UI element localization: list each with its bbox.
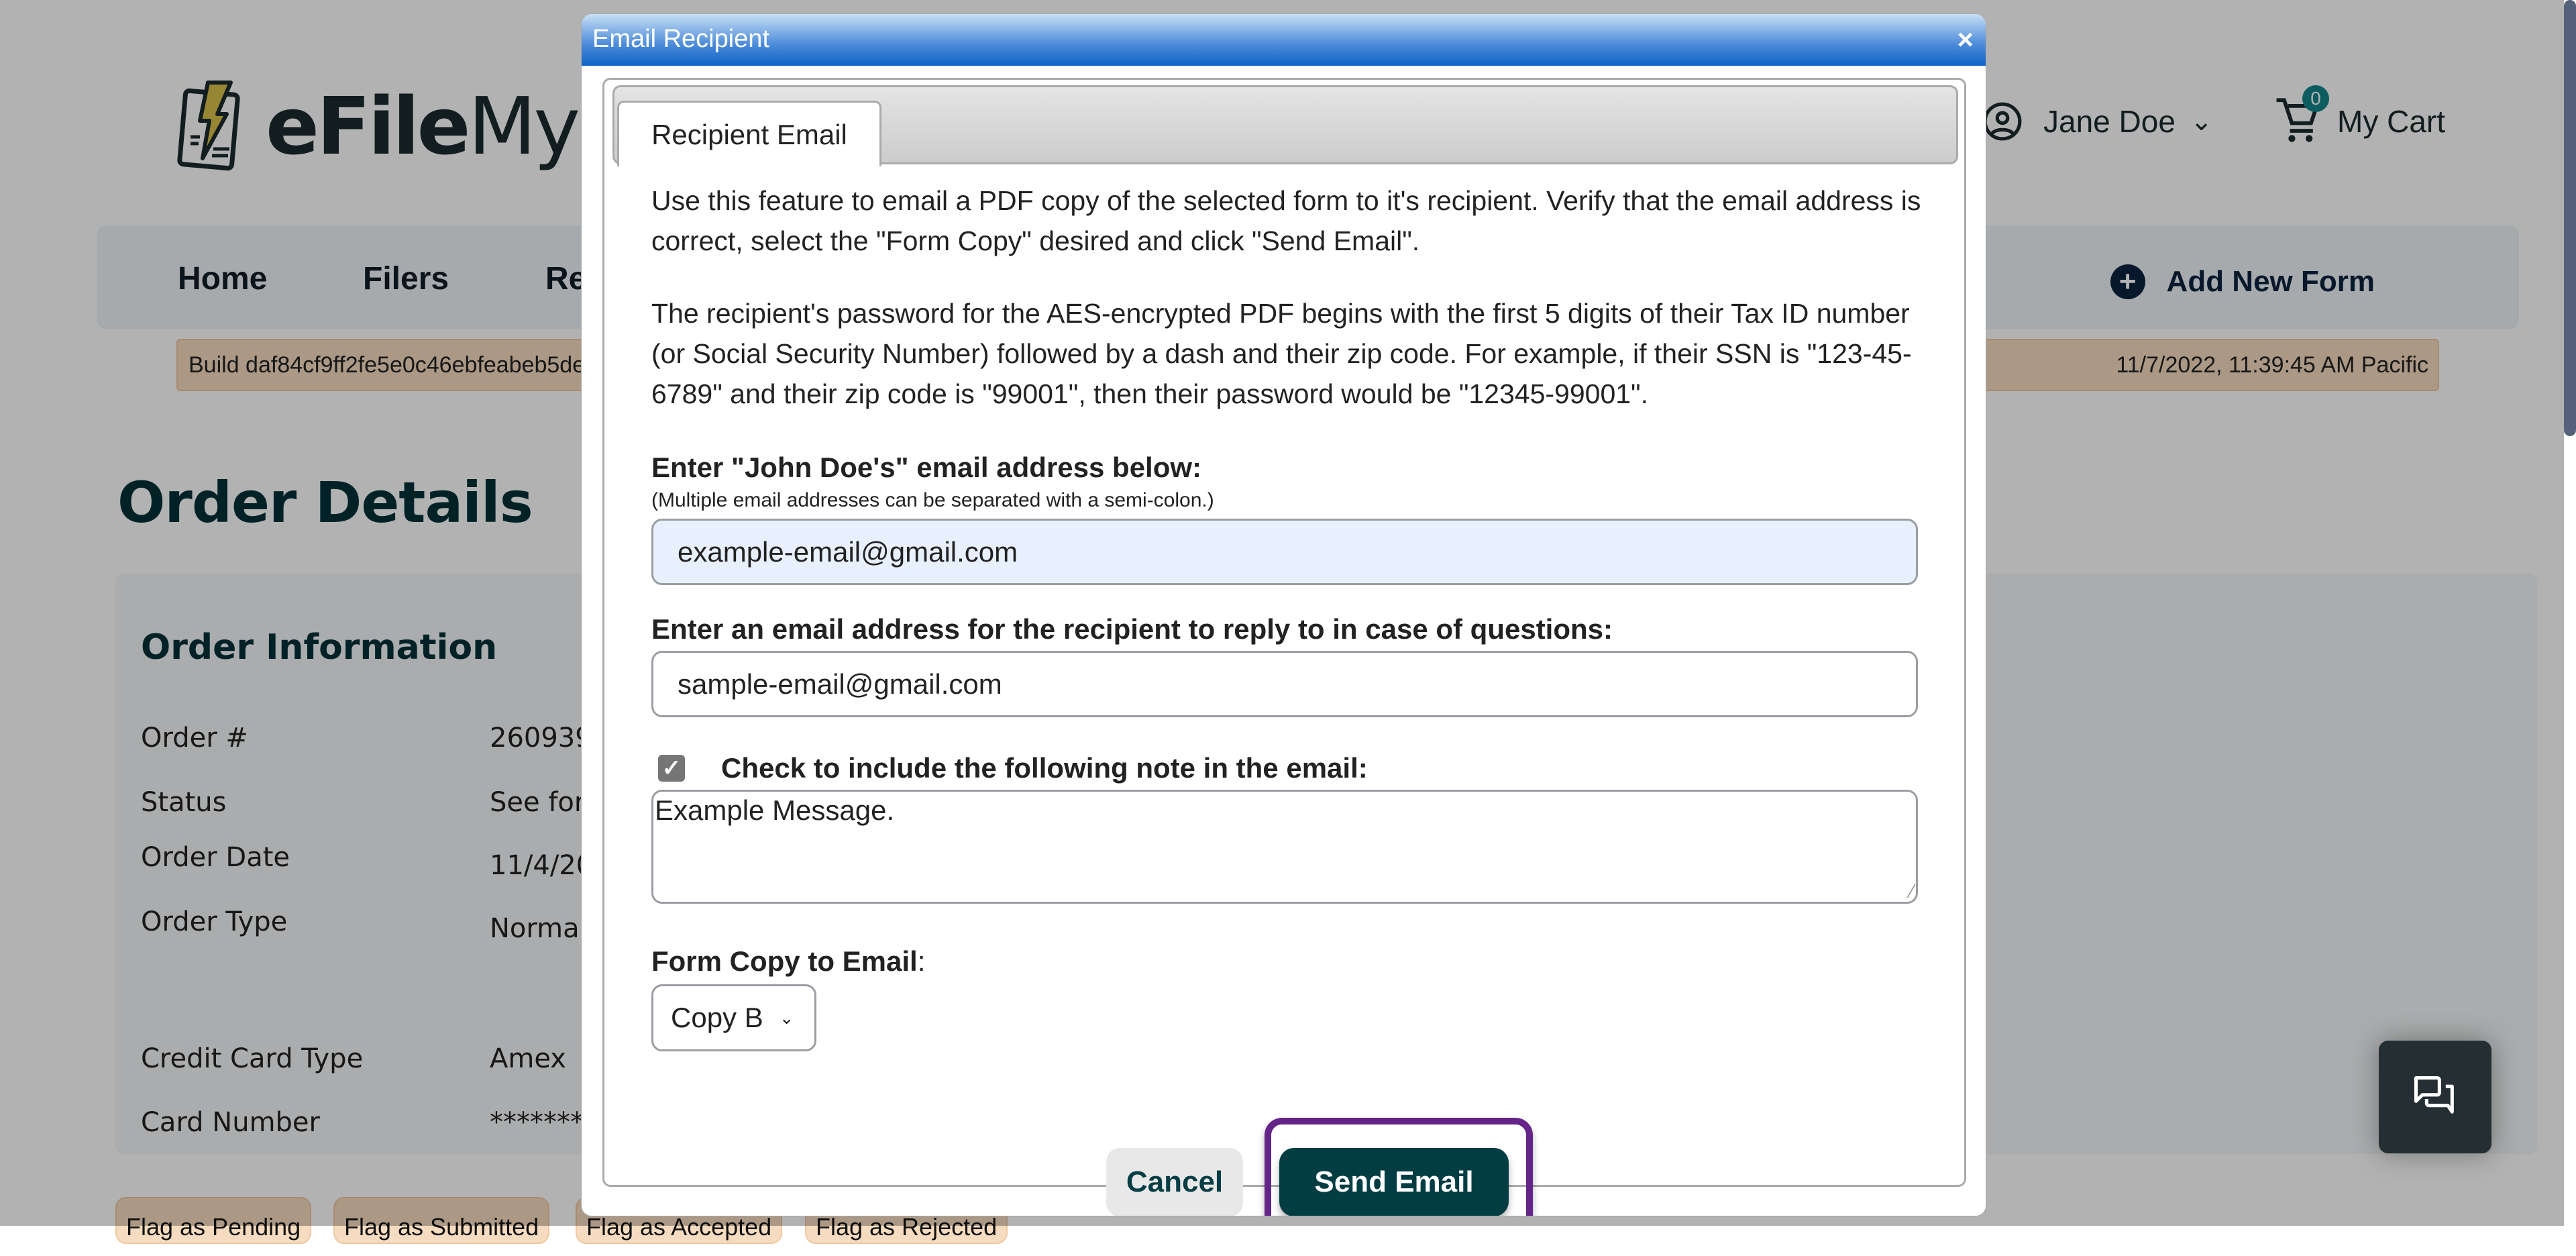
reply-email-input[interactable]: sample-email@gmail.com: [651, 651, 1918, 717]
chat-bubbles-icon: [2414, 1076, 2454, 1114]
recipient-email-label: Enter "John Doe's" email address below:: [651, 452, 1202, 483]
dialog-title: Email Recipient: [592, 25, 769, 53]
cancel-button[interactable]: Cancel: [1106, 1148, 1243, 1216]
recipient-email-input[interactable]: example-email@gmail.com: [651, 519, 1918, 585]
form-copy-colon: :: [917, 945, 926, 977]
resize-handle[interactable]: [1893, 884, 1916, 898]
tab-bar: Recipient Email: [612, 85, 1958, 166]
scrollbar-thumb[interactable]: [2564, 0, 2576, 436]
form-copy-value: Copy B: [671, 1002, 763, 1033]
chevron-down-icon: ⌄: [779, 1007, 794, 1028]
form-copy-select[interactable]: Copy B ⌄: [651, 984, 816, 1051]
intro-text: Use this feature to email a PDF copy of …: [651, 185, 1921, 256]
reply-email-label: Enter an email address for the recipient…: [651, 613, 1613, 645]
tab-recipient-email[interactable]: Recipient Email: [617, 101, 881, 166]
include-note-checkbox[interactable]: ✓: [658, 755, 685, 782]
dialog-title-bar[interactable]: Email Recipient ×: [582, 14, 1986, 66]
form-copy-label-row: Form Copy to Email:: [651, 945, 1926, 978]
note-textarea[interactable]: Example Message.: [651, 790, 1918, 904]
password-note-text: The recipient's password for the AES-enc…: [651, 298, 1912, 409]
include-note-label: Check to include the following note in t…: [721, 752, 1368, 784]
note-checkbox-row: ✓ Check to include the following note in…: [651, 752, 1926, 784]
chat-widget-button[interactable]: [2379, 1041, 2491, 1153]
send-email-button[interactable]: Send Email: [1279, 1148, 1509, 1216]
close-icon[interactable]: ×: [1957, 23, 1974, 56]
note-text: Example Message.: [655, 794, 895, 826]
recipient-email-hint: (Multiple email addresses can be separat…: [651, 489, 1214, 511]
dialog-panel: Recipient Email Use this feature to emai…: [602, 78, 1966, 1216]
email-recipient-dialog: Email Recipient × Recipient Email Use th…: [581, 13, 1986, 1216]
form-copy-label: Form Copy to Email: [651, 945, 918, 977]
dialog-content: Use this feature to email a PDF copy of …: [651, 180, 1926, 1051]
